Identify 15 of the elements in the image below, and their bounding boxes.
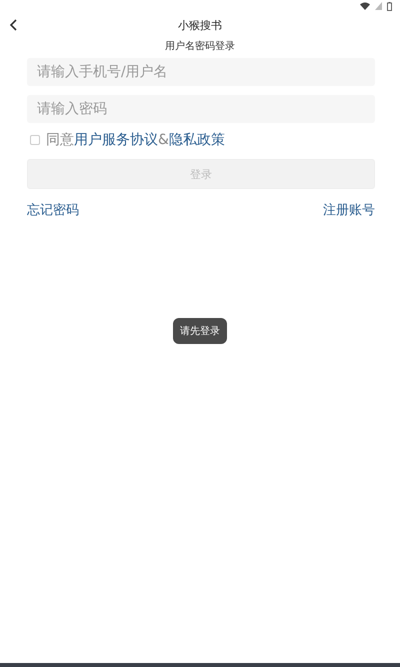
register-link[interactable]: 注册账号 [323, 201, 375, 219]
privacy-link[interactable]: 隐私政策 [168, 131, 225, 149]
toast-message: 请先登录 [173, 318, 227, 344]
agree-label: 同意 [46, 131, 74, 149]
agree-checkbox[interactable] [30, 135, 40, 145]
password-field[interactable]: 请输入密码 [27, 95, 375, 123]
battery-icon [387, 2, 392, 10]
app-title: 小猴搜书 [178, 18, 222, 32]
separator-text: & [158, 132, 169, 148]
login-mode-title: 用户名密码登录 [164, 40, 236, 53]
username-field[interactable]: 请输入手机号/用户名 [27, 58, 375, 86]
wifi-icon [360, 2, 370, 10]
signal-icon [375, 2, 382, 10]
forgot-password-link[interactable]: 忘记密码 [27, 201, 79, 219]
terms-link[interactable]: 用户服务协议 [74, 131, 158, 149]
